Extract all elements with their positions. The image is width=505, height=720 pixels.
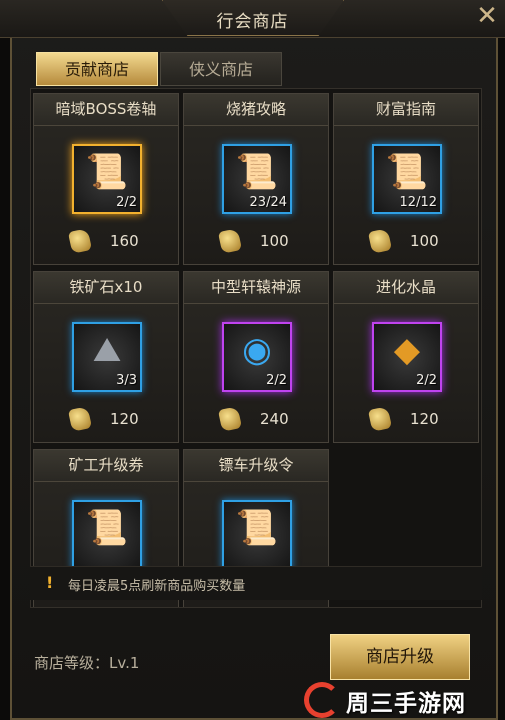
item-price: 120 bbox=[410, 410, 439, 428]
tab-contribution-shop[interactable]: 贡献商店 bbox=[36, 52, 158, 86]
item-slot: 📜 2/2 bbox=[72, 144, 142, 214]
purchase-count: 23/24 bbox=[249, 195, 287, 210]
item-name: 烧猪攻略 bbox=[184, 94, 328, 126]
item-price: 100 bbox=[410, 232, 439, 250]
item-price: 100 bbox=[260, 232, 289, 250]
item-price: 160 bbox=[110, 232, 139, 250]
item-name: 财富指南 bbox=[334, 94, 478, 126]
shop-item-card[interactable]: 中型轩辕神源 ◉ 2/2 240 bbox=[183, 271, 329, 443]
shop-item-card[interactable]: 进化水晶 ◆ 2/2 120 bbox=[333, 271, 479, 443]
item-slot: ◉ 2/2 bbox=[222, 322, 292, 392]
orb-icon: ◉ bbox=[242, 330, 272, 370]
watermark: 周三手游网 bbox=[304, 680, 504, 718]
contribution-coin-icon bbox=[367, 406, 393, 432]
close-button[interactable]: ✕ bbox=[473, 2, 501, 30]
contribution-coin-icon bbox=[217, 406, 243, 432]
notice-text: 每日凌晨5点刷新商品购买数量 bbox=[68, 579, 246, 594]
purchase-count: 3/3 bbox=[116, 373, 137, 388]
shop-item-card[interactable]: 烧猪攻略 📜 23/24 100 bbox=[183, 93, 329, 265]
close-icon: ✕ bbox=[476, 1, 498, 31]
scroll-icon: 📜 bbox=[235, 152, 279, 192]
item-name: 矿工升级券 bbox=[34, 450, 178, 482]
contribution-coin-icon bbox=[67, 406, 93, 432]
purchase-count: 2/2 bbox=[416, 373, 437, 388]
item-name: 铁矿石x10 bbox=[34, 272, 178, 304]
item-price: 120 bbox=[110, 410, 139, 428]
shop-upgrade-button[interactable]: 商店升级 bbox=[330, 634, 470, 680]
scroll-icon: 📜 bbox=[235, 508, 279, 548]
item-name: 进化水晶 bbox=[334, 272, 478, 304]
item-slot: 📜 12/12 bbox=[372, 144, 442, 214]
title-bar: 行会商店 ✕ bbox=[0, 0, 505, 38]
purchase-count: 2/2 bbox=[116, 195, 137, 210]
item-slot: 📜 23/24 bbox=[222, 144, 292, 214]
contribution-coin-icon bbox=[367, 228, 393, 254]
shop-item-card[interactable]: 财富指南 📜 12/12 100 bbox=[333, 93, 479, 265]
scroll-icon: 📜 bbox=[85, 508, 129, 548]
scroll-icon: 📜 bbox=[85, 152, 129, 192]
item-grid: 暗域BOSS卷轴 📜 2/2 160 烧猪攻略 📜 23/24 100 财富指南… bbox=[30, 88, 482, 608]
purchase-count: 12/12 bbox=[399, 195, 437, 210]
watermark-text: 周三手游网 bbox=[346, 691, 466, 717]
contribution-coin-icon bbox=[67, 228, 93, 254]
contribution-coin-icon bbox=[217, 228, 243, 254]
item-name: 暗域BOSS卷轴 bbox=[34, 94, 178, 126]
window-title: 行会商店 bbox=[216, 12, 289, 32]
item-price: 240 bbox=[260, 410, 289, 428]
item-slot: 📜 bbox=[72, 500, 142, 570]
item-name: 中型轩辕神源 bbox=[184, 272, 328, 304]
shop-item-card[interactable]: 铁矿石x10 ⛰ 3/3 120 bbox=[33, 271, 179, 443]
shop-item-card[interactable]: 暗域BOSS卷轴 📜 2/2 160 bbox=[33, 93, 179, 265]
shop-level: 商店等级：Lv.1 bbox=[34, 654, 140, 672]
item-slot: ◆ 2/2 bbox=[372, 322, 442, 392]
refresh-notice: ! 每日凌晨5点刷新商品购买数量 bbox=[30, 566, 482, 600]
item-slot: ⛰ 3/3 bbox=[72, 322, 142, 392]
watermark-logo-icon bbox=[304, 682, 340, 718]
tab-chivalry-shop[interactable]: 侠义商店 bbox=[160, 52, 282, 86]
scroll-icon: 📜 bbox=[385, 152, 429, 192]
item-name: 镖车升级令 bbox=[184, 450, 328, 482]
crystal-icon: ◆ bbox=[393, 330, 421, 370]
ore-icon: ⛰ bbox=[92, 330, 122, 370]
purchase-count: 2/2 bbox=[266, 373, 287, 388]
item-slot: 📜 bbox=[222, 500, 292, 570]
exclamation-icon: ! bbox=[46, 573, 54, 592]
